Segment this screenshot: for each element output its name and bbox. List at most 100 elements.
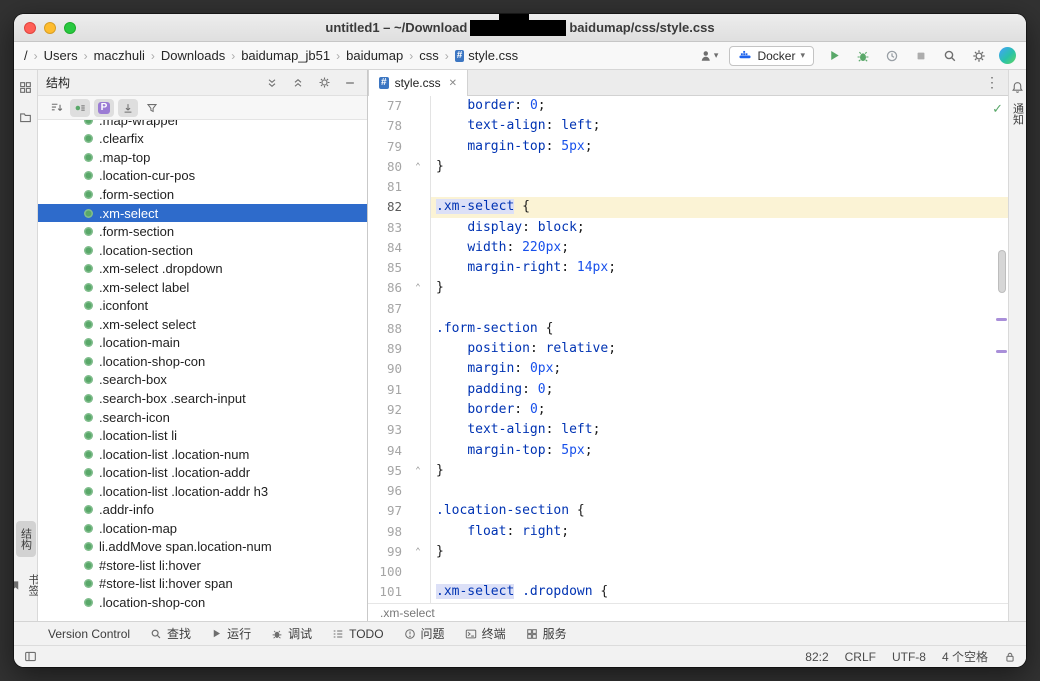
- fold-marker-icon[interactable]: ⌃: [406, 461, 430, 481]
- toolwindow-button-运行[interactable]: 运行: [211, 625, 251, 642]
- structure-item[interactable]: .xm-select: [38, 204, 367, 223]
- structure-item[interactable]: .xm-select .dropdown: [38, 259, 367, 278]
- structure-item[interactable]: .search-box: [38, 371, 367, 390]
- close-tab-icon[interactable]: ✕: [449, 78, 457, 89]
- toolwindow-button-服务[interactable]: 服务: [526, 625, 567, 642]
- show-properties-icon[interactable]: [70, 99, 90, 117]
- minimize-window-button[interactable]: [44, 22, 56, 34]
- editor-line[interactable]: 81: [368, 177, 1008, 197]
- structure-item[interactable]: .xm-select label: [38, 278, 367, 297]
- inspections-ok-icon[interactable]: ✓: [992, 102, 1003, 117]
- zoom-window-button[interactable]: [64, 22, 76, 34]
- editor-line[interactable]: 94 margin-top: 5px;: [368, 441, 1008, 461]
- structure-item[interactable]: .location-shop-con: [38, 593, 367, 612]
- structure-item[interactable]: .location-shop-con: [38, 352, 367, 371]
- breadcrumb-item[interactable]: maczhuli: [94, 48, 145, 63]
- editor-scrollbar-thumb[interactable]: [998, 250, 1006, 293]
- structure-item[interactable]: .location-list .location-addr: [38, 463, 367, 482]
- toolwindow-button-todo[interactable]: TODO: [332, 627, 383, 641]
- lock-icon[interactable]: [1004, 651, 1016, 663]
- editor-line[interactable]: 87: [368, 299, 1008, 319]
- editor-line[interactable]: 99⌃}: [368, 542, 1008, 562]
- toolwindow-tab-notifications[interactable]: 通知: [1009, 98, 1027, 130]
- editor-line[interactable]: 89 position: relative;: [368, 339, 1008, 359]
- structure-item[interactable]: li.addMove span.location-num: [38, 538, 367, 557]
- structure-item[interactable]: .xm-select select: [38, 315, 367, 334]
- filter-funnel-icon[interactable]: [142, 99, 162, 117]
- structure-item[interactable]: .location-cur-pos: [38, 167, 367, 186]
- settings-gear-icon[interactable]: [970, 47, 988, 65]
- structure-item[interactable]: .addr-info: [38, 500, 367, 519]
- structure-item[interactable]: .clearfix: [38, 130, 367, 149]
- expand-all-icon[interactable]: [263, 74, 281, 92]
- editor-line[interactable]: 88.form-section {: [368, 319, 1008, 339]
- editor-line[interactable]: 82.xm-select {: [368, 197, 1008, 217]
- notifications-bell-icon[interactable]: [1009, 78, 1027, 96]
- collapse-all-icon[interactable]: [289, 74, 307, 92]
- editor-breadcrumb-bar[interactable]: .xm-select: [368, 603, 1008, 621]
- structure-item[interactable]: #store-list li:hover span: [38, 575, 367, 594]
- caret-position[interactable]: 82:2: [805, 650, 828, 664]
- toolwindow-layout-icon[interactable]: [24, 650, 37, 663]
- editor-line[interactable]: 101.xm-select .dropdown {: [368, 582, 1008, 602]
- editor-line[interactable]: 91 padding: 0;: [368, 380, 1008, 400]
- indent-setting[interactable]: 4 个空格: [942, 648, 988, 665]
- search-everywhere-button[interactable]: [941, 47, 959, 65]
- structure-item[interactable]: .location-list li: [38, 426, 367, 445]
- structure-item[interactable]: .location-list .location-num: [38, 445, 367, 464]
- structure-item[interactable]: .search-box .search-input: [38, 389, 367, 408]
- editor-line[interactable]: 100: [368, 562, 1008, 582]
- docker-run-config-button[interactable]: Docker ▾: [729, 46, 814, 66]
- structure-item[interactable]: .location-main: [38, 334, 367, 353]
- folder-icon[interactable]: [17, 108, 35, 126]
- fold-marker-icon[interactable]: ⌃: [406, 157, 430, 177]
- structure-item[interactable]: .location-map: [38, 519, 367, 538]
- close-window-button[interactable]: [24, 22, 36, 34]
- toolwindow-button-version-control[interactable]: Version Control: [48, 627, 130, 641]
- account-avatar[interactable]: [999, 47, 1016, 64]
- toolwindow-button-调试[interactable]: 调试: [271, 625, 312, 642]
- editor-line[interactable]: 90 margin: 0px;: [368, 359, 1008, 379]
- tab-options-icon[interactable]: ⋮: [985, 74, 1008, 91]
- breadcrumb-item[interactable]: Downloads: [161, 48, 225, 63]
- breadcrumb-item[interactable]: #style.css: [455, 48, 518, 63]
- panel-settings-gear-icon[interactable]: [315, 74, 333, 92]
- structure-item[interactable]: #store-list li:hover: [38, 556, 367, 575]
- editor-line[interactable]: 96: [368, 481, 1008, 501]
- toolwindow-button-终端[interactable]: 终端: [465, 625, 506, 642]
- toolwindow-button-问题[interactable]: 问题: [404, 625, 445, 642]
- stop-button[interactable]: [912, 47, 930, 65]
- structure-item[interactable]: .form-section: [38, 222, 367, 241]
- debug-button[interactable]: [854, 47, 872, 65]
- editor-line[interactable]: 83 display: block;: [368, 218, 1008, 238]
- breadcrumb-item[interactable]: css: [419, 48, 439, 63]
- show-pseudo-classes-icon[interactable]: P: [94, 99, 114, 117]
- file-encoding[interactable]: UTF-8: [892, 650, 926, 664]
- structure-item[interactable]: .iconfont: [38, 296, 367, 315]
- structure-item[interactable]: .map-wrapper: [38, 120, 367, 130]
- editor-line[interactable]: 86⌃}: [368, 278, 1008, 298]
- line-separator[interactable]: CRLF: [845, 650, 876, 664]
- editor-line[interactable]: 77 border: 0;: [368, 96, 1008, 116]
- hide-panel-icon[interactable]: [341, 74, 359, 92]
- run-button[interactable]: [825, 47, 843, 65]
- editor-line[interactable]: 85 margin-right: 14px;: [368, 258, 1008, 278]
- breadcrumb-item[interactable]: baidumap_jb51: [241, 48, 330, 63]
- project-view-icon[interactable]: [17, 78, 35, 96]
- fold-marker-icon[interactable]: ⌃: [406, 542, 430, 562]
- editor-line[interactable]: 84 width: 220px;: [368, 238, 1008, 258]
- fold-marker-icon[interactable]: ⌃: [406, 278, 430, 298]
- user-menu-button[interactable]: ▾: [700, 47, 718, 65]
- editor-line[interactable]: 98 float: right;: [368, 522, 1008, 542]
- breadcrumb-item[interactable]: Users: [44, 48, 78, 63]
- editor-line[interactable]: 95⌃}: [368, 461, 1008, 481]
- tab-style-css[interactable]: # style.css ✕: [368, 70, 468, 96]
- breadcrumb-selector[interactable]: .xm-select: [380, 606, 435, 620]
- toolwindow-tab-structure[interactable]: 结构: [16, 521, 36, 557]
- sort-alphabetically-icon[interactable]: [46, 99, 66, 117]
- editor-line[interactable]: 93 text-align: left;: [368, 420, 1008, 440]
- structure-item[interactable]: .search-icon: [38, 408, 367, 427]
- editor-line[interactable]: 97.location-section {: [368, 501, 1008, 521]
- code-editor[interactable]: 77 border: 0;78 text-align: left;79 marg…: [368, 96, 1008, 603]
- structure-item[interactable]: .location-section: [38, 241, 367, 260]
